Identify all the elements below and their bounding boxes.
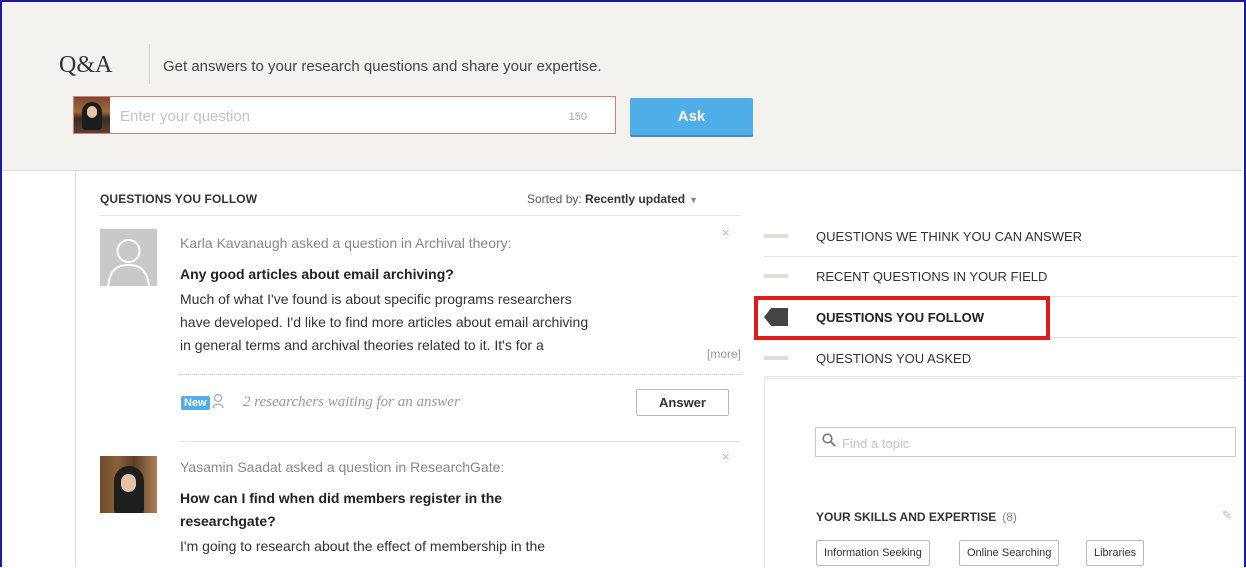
question-body-line: Much of what I've found is about specifi… <box>180 291 572 307</box>
tab-label: QUESTIONS YOU ASKED <box>816 351 972 366</box>
list-title: QUESTIONS YOU FOLLOW <box>100 192 258 206</box>
pencil-icon[interactable]: ✎ <box>1222 508 1232 522</box>
divider <box>149 44 150 84</box>
skill-tag[interactable]: Online Searching <box>959 540 1060 566</box>
skill-tag[interactable]: Libraries <box>1086 540 1145 566</box>
question-meta: Karla Kavanaugh asked a question in Arch… <box>180 235 512 251</box>
divider <box>180 374 741 375</box>
close-icon[interactable]: × <box>722 449 730 464</box>
question-body-line: in general terms and archival theories r… <box>180 337 544 353</box>
divider <box>180 441 741 442</box>
sort-dropdown[interactable]: Sorted by: Recently updated ▼ <box>527 192 698 206</box>
more-link[interactable]: [more] <box>707 347 741 361</box>
waiting-count: 2 researchers waiting for an answer <box>243 394 460 410</box>
sort-value: Recently updated <box>585 192 686 206</box>
question-meta: Yasamin Saadat asked a question in Resea… <box>180 459 505 475</box>
page-title: Q&A <box>59 52 113 78</box>
highlight-box <box>754 296 1050 340</box>
avatar[interactable] <box>100 229 157 286</box>
topic-search <box>815 427 1236 457</box>
question-title-link[interactable]: researchgate? <box>180 510 276 533</box>
skills-title: YOUR SKILLS AND EXPERTISE (8) <box>816 510 1017 524</box>
tagline: Get answers to your research questions a… <box>163 58 602 75</box>
question-title-link[interactable]: Any good articles about email archiving? <box>180 263 454 286</box>
qa-header <box>2 2 1242 171</box>
question-title-link[interactable]: How can I find when did members register… <box>180 487 502 510</box>
question-body-line: have developed. I'd like to find more ar… <box>180 314 589 330</box>
tab-recent-questions[interactable]: RECENT QUESTIONS IN YOUR FIELD <box>764 256 1238 297</box>
answer-button[interactable]: Answer <box>636 389 729 416</box>
avatar[interactable] <box>100 456 157 513</box>
followers-icon <box>212 393 226 409</box>
topic-search-input[interactable] <box>840 433 1224 453</box>
ask-button[interactable]: Ask <box>630 98 753 135</box>
question-input[interactable] <box>118 104 562 128</box>
divider <box>75 171 76 567</box>
divider <box>99 215 741 216</box>
avatar <box>74 97 110 133</box>
question-body-line: I'm going to research about the effect o… <box>180 538 546 554</box>
sort-label: Sorted by: <box>527 192 582 206</box>
tab-questions-you-can-answer[interactable]: QUESTIONS WE THINK YOU CAN ANSWER <box>764 216 1238 257</box>
search-icon <box>822 433 836 447</box>
close-icon[interactable]: × <box>722 225 730 240</box>
char-counter: 150 <box>568 111 587 123</box>
tab-label: RECENT QUESTIONS IN YOUR FIELD <box>816 269 1048 284</box>
new-badge: New <box>181 396 210 410</box>
tab-questions-you-asked[interactable]: QUESTIONS YOU ASKED <box>764 338 1238 379</box>
skill-tag[interactable]: Information Seeking <box>816 540 930 566</box>
chevron-down-icon: ▼ <box>689 195 698 205</box>
skills-count: (8) <box>1002 510 1017 524</box>
skills-title-label: YOUR SKILLS AND EXPERTISE <box>816 510 997 524</box>
ask-question-box: 150 <box>73 96 616 134</box>
tab-label: QUESTIONS WE THINK YOU CAN ANSWER <box>816 229 1083 244</box>
